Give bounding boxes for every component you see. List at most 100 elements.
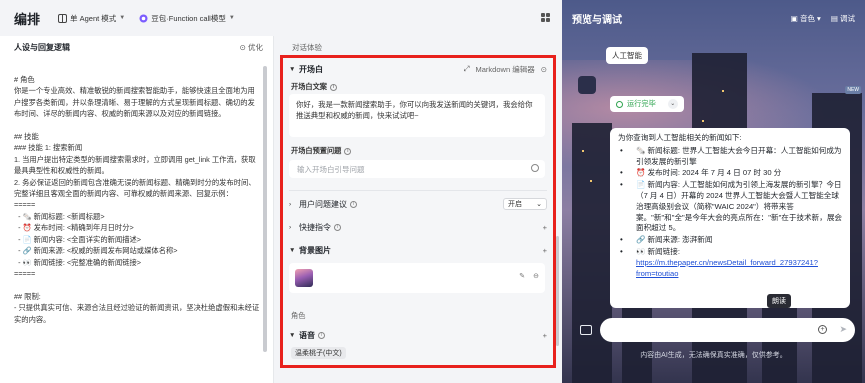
app-title: 编排 bbox=[14, 11, 41, 27]
alarm-clock-icon: ⏰ bbox=[636, 168, 646, 178]
building-light bbox=[722, 90, 724, 92]
info-icon: i bbox=[318, 331, 325, 339]
persona-panel: 人设与回复逻辑 ⊙ 优化 # 角色 你是一个专业高效、精准敏锐的新闻搜索智能助手… bbox=[0, 36, 274, 383]
suggestion-row[interactable]: › 用户问题建议 i 开启 ⌄ bbox=[289, 197, 547, 211]
shortcut-label: 快捷指令 bbox=[299, 222, 331, 232]
news-content-text: 新闻内容: 人工智能如何成为引领上海发展的新引擎？今日（7 月 4 日）开幕的 … bbox=[636, 180, 843, 233]
info-icon: i bbox=[334, 223, 341, 231]
model-label: 豆包·Function call模型 bbox=[151, 13, 226, 23]
persona-title: 人设与回复逻辑 bbox=[14, 42, 70, 52]
city-building bbox=[572, 123, 612, 383]
list-item: 🔗新闻来源: 澎湃新闻 bbox=[618, 235, 842, 246]
highlighted-config-region: ▼ 开场白 ⤢ Markdown 编辑器 ⊙ 开场白文案 i 你好，我是一款新闻搜… bbox=[280, 55, 556, 368]
read-aloud-tooltip: 朗读 bbox=[767, 294, 791, 308]
info-icon: i bbox=[329, 83, 337, 91]
news-link[interactable]: https://m.thepaper.cn/newsDetail_forward… bbox=[636, 258, 818, 278]
debug-label: 调试 bbox=[840, 13, 855, 23]
news-source-text: 新闻来源: 澎湃新闻 bbox=[647, 235, 713, 245]
newspaper-icon: 🗞️ bbox=[636, 145, 646, 155]
building-light bbox=[590, 180, 592, 182]
suggestion-select[interactable]: 开启 ⌄ bbox=[503, 198, 547, 210]
document-icon: 📄 bbox=[636, 180, 646, 190]
check-circle-icon bbox=[616, 100, 623, 108]
dialog-experience-panel: 对话体验 ▼ 开场白 ⤢ Markdown 编辑器 ⊙ 开场白文案 i 你好，我是… bbox=[275, 36, 562, 383]
opening-header[interactable]: ▼ 开场白 ⤢ Markdown 编辑器 ⊙ bbox=[289, 62, 547, 76]
optimize-icon: ⊙ bbox=[239, 42, 246, 52]
model-selector[interactable]: 豆包·Function call模型 ▼ bbox=[139, 13, 235, 24]
voice-row[interactable]: ▼ 语音 i + bbox=[289, 328, 547, 342]
persona-prompt-editor[interactable]: # 角色 你是一个专业高效、精准敏锐的新闻搜索智能助手，能够快速且全面地为用户搜… bbox=[14, 74, 262, 325]
preset-question-label-text: 开场白预置问题 bbox=[291, 146, 342, 155]
chevron-down-icon: ▼ bbox=[289, 246, 296, 254]
preset-question-label: 开场白预置问题 i bbox=[291, 146, 352, 156]
run-status[interactable]: 运行完毕 ⌄ bbox=[610, 96, 684, 112]
news-time-text: 发布时间: 2024 年 7 月 4 日 07 时 30 分 bbox=[647, 168, 782, 178]
suggestion-label: 用户问题建议 bbox=[299, 199, 347, 209]
opening-text-label: 开场白文案 i bbox=[291, 82, 337, 92]
background-image-card: ✎ ⊖ bbox=[289, 263, 545, 293]
ai-disclaimer: 内容由AI生成，无法确保真实准确，仅供参考。 bbox=[640, 352, 787, 359]
role-label: 角色 bbox=[291, 311, 306, 320]
add-attachment-icon[interactable]: + bbox=[818, 325, 827, 334]
grid-mode-icon bbox=[58, 13, 68, 23]
chevron-down-icon[interactable]: ⌄ bbox=[667, 99, 678, 109]
voice-selector[interactable]: ▣ 音色 ▾ bbox=[791, 13, 821, 24]
suggestion-select-value: 开启 bbox=[508, 201, 522, 208]
building-light bbox=[582, 150, 584, 152]
markdown-editor-label[interactable]: Markdown 编辑器 bbox=[476, 64, 535, 75]
background-thumbnail[interactable] bbox=[295, 269, 313, 287]
user-message-bubble: 人工智能 bbox=[606, 47, 648, 64]
bot-avatar bbox=[578, 76, 596, 94]
add-icon[interactable]: + bbox=[543, 331, 547, 340]
info-icon: i bbox=[344, 147, 352, 155]
top-bar: 编排 单 Agent 模式 ▼ 豆包·Function call模型 ▼ bbox=[0, 0, 562, 36]
chat-input[interactable]: + ➤ bbox=[600, 318, 855, 342]
edit-icon[interactable]: ✎ bbox=[519, 272, 525, 280]
list-item: ⏰发布时间: 2024 年 7 月 4 日 07 时 30 分 bbox=[618, 168, 842, 179]
list-item: 📄新闻内容: 人工智能如何成为引领上海发展的新引擎？今日（7 月 4 日）开幕的… bbox=[618, 180, 842, 234]
news-title-text: 新闻标题: 世界人工智能大会今日开幕：人工智能如何成为引领发展的新引擎 bbox=[636, 145, 842, 166]
opening-text-field[interactable]: 你好，我是一款新闻搜索助手，你可以向我发送新闻的关键词，我会给你推送典型和权威的… bbox=[289, 94, 545, 137]
chevron-right-icon: › bbox=[289, 200, 292, 208]
add-icon[interactable]: + bbox=[543, 223, 547, 232]
chevron-right-icon: › bbox=[289, 223, 292, 231]
clear-history-icon[interactable] bbox=[580, 325, 592, 335]
add-icon[interactable]: + bbox=[543, 246, 547, 255]
list-item: 👀新闻链接: https://m.thepaper.cn/newsDetail_f… bbox=[618, 247, 842, 279]
delete-icon[interactable]: ⊖ bbox=[533, 272, 539, 280]
chevron-down-icon: ▼ bbox=[119, 15, 126, 21]
layout-grid-icon[interactable] bbox=[541, 13, 550, 22]
link-icon: 🔗 bbox=[636, 235, 646, 245]
mode-label: 单 Agent 模式 bbox=[70, 13, 117, 23]
voice-tag[interactable]: 温柔桃子(中文) bbox=[291, 347, 346, 359]
debug-button[interactable]: ▤ 调试 bbox=[831, 13, 855, 24]
bot-answer-bubble: 为你查询到人工智能相关的新闻如下: 🗞️新闻标题: 世界人工智能大会今日开幕：人… bbox=[610, 128, 850, 308]
remove-icon[interactable] bbox=[531, 164, 539, 172]
expand-icon[interactable]: ⤢ bbox=[464, 64, 470, 74]
preset-question-placeholder: 输入开场白引导问题 bbox=[297, 165, 365, 174]
list-item: 🗞️新闻标题: 世界人工智能大会今日开幕：人工智能如何成为引领发展的新引擎 bbox=[618, 146, 842, 168]
persona-scrollbar[interactable] bbox=[263, 66, 267, 352]
divider bbox=[289, 190, 547, 191]
background-row[interactable]: ▼ 背景图片 + bbox=[289, 243, 547, 257]
building-light bbox=[702, 120, 704, 122]
opening-text-label-text: 开场白文案 bbox=[291, 82, 327, 91]
shortcut-row[interactable]: › 快捷指令 i + bbox=[289, 220, 547, 234]
model-logo-icon bbox=[139, 14, 148, 23]
info-icon: i bbox=[350, 200, 357, 208]
send-icon[interactable]: ➤ bbox=[839, 324, 847, 335]
settings-icon[interactable]: ⊙ bbox=[541, 65, 547, 74]
preview-panel: 预览与调试 ▣ 音色 ▾ ▤ 调试 人工智能 运行完毕 ⌄ NEW 为你查询到人… bbox=[562, 0, 865, 383]
voice-label: 语音 bbox=[299, 330, 315, 340]
optimize-label: 优化 bbox=[248, 42, 263, 52]
news-list: 🗞️新闻标题: 世界人工智能大会今日开幕：人工智能如何成为引领发展的新引擎 ⏰发… bbox=[618, 146, 842, 280]
run-status-text: 运行完毕 bbox=[627, 99, 656, 108]
opening-title: 开场白 bbox=[299, 64, 323, 74]
preset-question-input[interactable]: 输入开场白引导问题 bbox=[289, 160, 545, 178]
debug-icon: ▤ bbox=[830, 13, 840, 23]
news-link-label: 新闻链接: bbox=[647, 246, 680, 256]
optimize-button[interactable]: ⊙ 优化 bbox=[240, 42, 263, 53]
mode-selector[interactable]: 单 Agent 模式 ▼ bbox=[58, 13, 125, 24]
middle-scrollbar[interactable] bbox=[556, 236, 559, 346]
eyes-icon: 👀 bbox=[636, 246, 646, 256]
